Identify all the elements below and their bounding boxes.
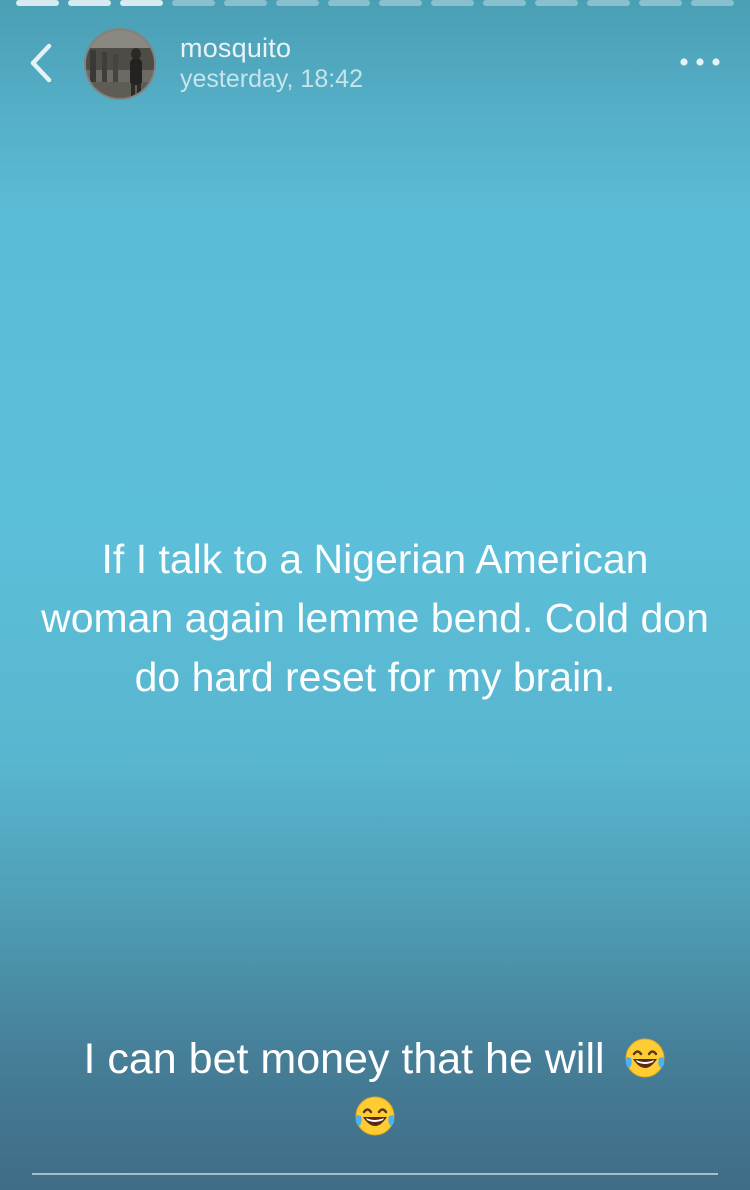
progress-segment bbox=[483, 0, 527, 6]
chevron-left-icon bbox=[30, 43, 52, 83]
story-header: mosquito yesterday, 18:42 bbox=[0, 24, 750, 104]
progress-segment bbox=[16, 0, 59, 6]
story-text: If I talk to a Nigerian American woman a… bbox=[41, 536, 709, 700]
story-caption: I can bet money that he will bbox=[40, 1030, 710, 1146]
more-options-button[interactable] bbox=[676, 50, 724, 74]
progress-segment bbox=[327, 0, 371, 6]
reply-bar-divider[interactable] bbox=[32, 1173, 718, 1175]
progress-segment bbox=[171, 0, 215, 6]
avatar[interactable] bbox=[84, 28, 156, 100]
progress-segment bbox=[431, 0, 475, 6]
progress-segment bbox=[275, 0, 319, 6]
progress-segment bbox=[535, 0, 579, 6]
progress-segment bbox=[119, 0, 163, 6]
post-timestamp: yesterday, 18:42 bbox=[180, 65, 363, 93]
caption-text: I can bet money that he will bbox=[83, 1035, 605, 1083]
more-dots-icon bbox=[680, 58, 720, 66]
laughing-tears-emoji-icon bbox=[625, 1038, 664, 1078]
username[interactable]: mosquito bbox=[180, 32, 363, 64]
progress-segment bbox=[67, 0, 111, 6]
story-screen: mosquito yesterday, 18:42 If I talk to a… bbox=[0, 0, 750, 1190]
progress-segment bbox=[639, 0, 682, 6]
user-info: mosquito yesterday, 18:42 bbox=[180, 32, 363, 94]
progress-segment bbox=[223, 0, 267, 6]
progress-segment bbox=[690, 0, 734, 6]
story-progress-bar bbox=[16, 0, 734, 8]
progress-segment bbox=[587, 0, 631, 6]
laughing-tears-emoji-icon bbox=[355, 1096, 395, 1136]
back-button[interactable] bbox=[22, 38, 62, 88]
progress-segment bbox=[379, 0, 423, 6]
profile-photo bbox=[86, 30, 154, 98]
